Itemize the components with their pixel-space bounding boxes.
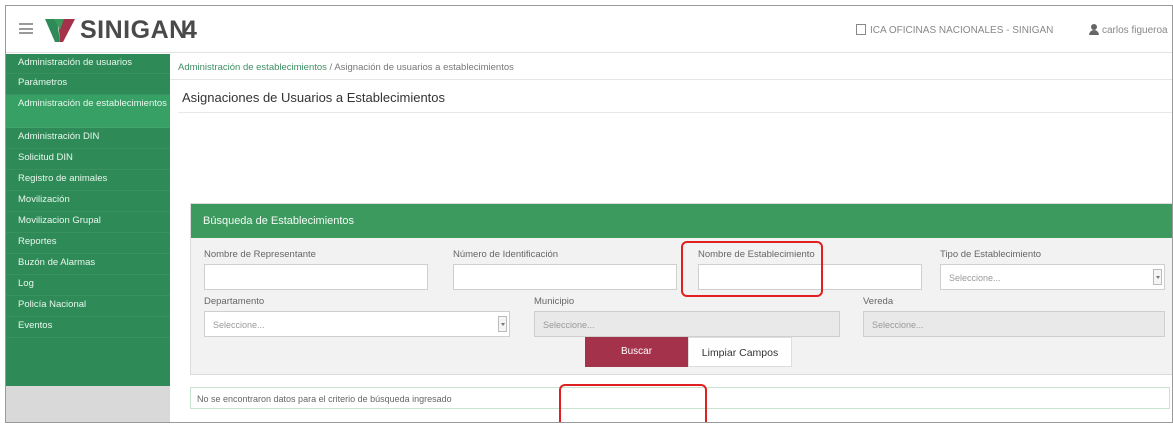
sidebar-item-solicitud-din[interactable]: Solicitud DIN (6, 149, 170, 170)
municipio-select[interactable]: Seleccione... (534, 311, 840, 337)
representante-label: Nombre de Representante (204, 249, 316, 260)
building-icon (856, 24, 866, 35)
sidebar-item-administracion-usuarios[interactable]: Administración de usuarios (6, 54, 170, 74)
page-title: Asignaciones de Usuarios a Establecimien… (182, 90, 446, 105)
user-menu[interactable]: carlos figueroa (1089, 24, 1168, 36)
organization-selector[interactable]: ICA OFICINAS NACIONALES - SINIGAN (856, 24, 1053, 36)
departamento-select[interactable]: Seleccione... (204, 311, 510, 337)
app-version: 4 (183, 16, 197, 44)
sidebar-item-parametros[interactable]: Parámetros (6, 74, 170, 95)
departamento-label: Departamento (204, 296, 265, 307)
organization-label: ICA OFICINAS NACIONALES - SINIGAN (870, 25, 1054, 36)
vereda-select[interactable]: Seleccione... (863, 311, 1165, 337)
departamento-select-value: Seleccione... (213, 320, 265, 330)
tipo-select[interactable]: Seleccione... (940, 264, 1165, 290)
breadcrumb-current: Asignación de usuarios a establecimiento… (334, 62, 514, 73)
sidebar-item-buzon-alarmas[interactable]: Buzón de Alarmas (6, 254, 170, 275)
search-panel-header: Búsqueda de Establecimientos (191, 204, 1172, 238)
vereda-label: Vereda (863, 296, 894, 307)
sidebar: Administración de usuarios Parámetros Ad… (6, 54, 170, 386)
user-icon (1089, 24, 1099, 35)
sidebar-item-movilizacion[interactable]: Movilización (6, 191, 170, 212)
divider (170, 79, 1172, 80)
sidebar-item-registro-animales[interactable]: Registro de animales (6, 170, 170, 191)
sidebar-item-log[interactable]: Log (6, 275, 170, 296)
results-message: No se encontraron datos para el criterio… (197, 394, 452, 404)
breadcrumb-link[interactable]: Administración de establecimientos (178, 62, 327, 73)
user-name: carlos figueroa (1102, 25, 1168, 36)
highlight-annotation (559, 384, 707, 422)
clear-fields-button[interactable]: Limpiar Campos (688, 337, 792, 367)
municipio-label: Municipio (534, 296, 575, 307)
highlight-annotation (681, 241, 823, 297)
breadcrumb: Administración de establecimientos / Asi… (178, 62, 514, 73)
app-window: SINIGAN 4 ICA OFICINAS NACIONALES - SINI… (5, 5, 1173, 423)
identificacion-label: Número de Identificación (453, 249, 559, 260)
sidebar-item-administracion-din[interactable]: Administración DIN (6, 128, 170, 149)
chevron-down-icon[interactable] (498, 316, 507, 332)
sidebar-item-reportes[interactable]: Reportes (6, 233, 170, 254)
top-bar: SINIGAN 4 ICA OFICINAS NACIONALES - SINI… (6, 6, 1172, 53)
identificacion-input[interactable] (453, 264, 677, 290)
municipio-select-value: Seleccione... (543, 320, 595, 330)
chevron-down-icon[interactable] (1153, 269, 1162, 285)
search-button[interactable]: Buscar (585, 337, 688, 367)
tipo-label: Tipo de Establecimiento (940, 249, 1042, 260)
app-name: SINIGAN (80, 16, 188, 44)
menu-icon[interactable] (19, 23, 33, 34)
tipo-select-value: Seleccione... (949, 273, 1001, 283)
vereda-select-value: Seleccione... (872, 320, 924, 330)
logo-icon (45, 19, 75, 42)
search-panel-title: Búsqueda de Establecimientos (203, 215, 355, 227)
divider (178, 112, 1172, 113)
sidebar-item-movilizacion-grupal[interactable]: Movilizacion Grupal (6, 212, 170, 233)
sidebar-item-policia-nacional[interactable]: Policía Nacional (6, 296, 170, 317)
sidebar-footer (6, 386, 170, 422)
representante-input[interactable] (204, 264, 428, 290)
sidebar-item-eventos[interactable]: Eventos (6, 317, 170, 338)
sidebar-item-administracion-establecimientos[interactable]: Administración de establecimientos (6, 95, 170, 128)
